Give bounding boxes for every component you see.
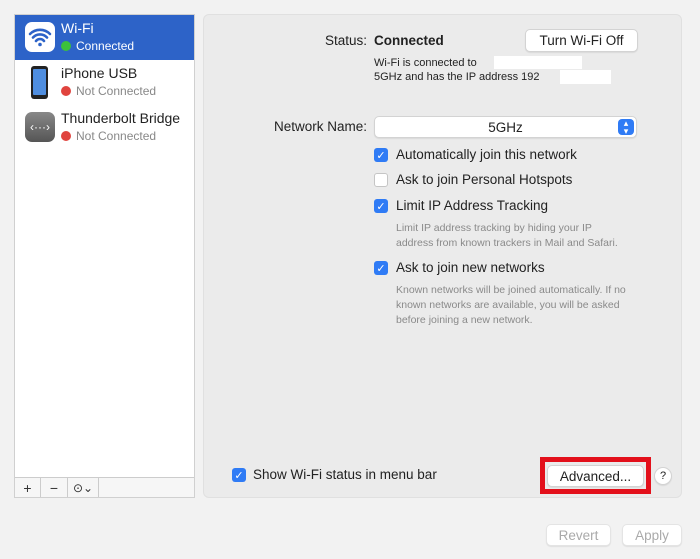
help-line: known networks are available, you will b… — [396, 299, 620, 311]
service-thunderbolt-bridge[interactable]: ‹···› Thunderbolt Bridge Not Connected — [15, 105, 194, 150]
network-service-list: Wi-Fi Connected iPhone USB Not Connected… — [14, 14, 195, 498]
network-name-popup[interactable]: 5GHz ▴ ▾ — [374, 116, 637, 138]
status-dot — [61, 131, 71, 141]
ask-new-networks-checkbox[interactable]: ✓ — [374, 261, 388, 275]
advanced-button[interactable]: Advanced... — [547, 465, 644, 487]
help-line: address from known trackers in Mail and … — [396, 237, 618, 249]
service-status: Not Connected — [76, 129, 157, 143]
revert-button[interactable]: Revert — [546, 524, 611, 546]
action-menu-button[interactable]: ⊙⌄ — [68, 478, 99, 497]
show-wifi-status-checkbox[interactable]: ✓ — [232, 468, 246, 482]
wifi-icon — [25, 22, 55, 52]
service-name: iPhone USB — [61, 65, 138, 81]
limit-ip-tracking-checkbox[interactable]: ✓ — [374, 199, 388, 213]
help-line: Limit IP address tracking by hiding your… — [396, 222, 592, 234]
status-value: Connected — [374, 33, 444, 48]
status-dot — [61, 86, 71, 96]
service-status: Connected — [76, 39, 135, 53]
redaction — [560, 70, 611, 84]
limit-ip-tracking-help: Limit IP address tracking by hiding your… — [396, 221, 618, 251]
turn-wifi-off-button[interactable]: Turn Wi-Fi Off — [525, 29, 638, 52]
wifi-settings-panel — [203, 14, 682, 498]
help-line: Known networks will be joined automatica… — [396, 284, 626, 296]
personal-hotspots-checkbox[interactable] — [374, 173, 388, 187]
help-button[interactable]: ? — [654, 467, 672, 485]
limit-ip-tracking-label: Limit IP Address Tracking — [396, 198, 549, 213]
auto-join-checkbox[interactable]: ✓ — [374, 148, 388, 162]
ask-new-networks-help: Known networks will be joined automatica… — [396, 283, 626, 328]
network-name-value: 5GHz — [488, 119, 523, 135]
personal-hotspots-label: Ask to join Personal Hotspots — [396, 172, 573, 187]
service-name: Wi-Fi — [61, 20, 94, 36]
status-description-line2: 5GHz and has the IP address 192 — [374, 71, 540, 83]
help-line: before joining a new network. — [396, 314, 533, 326]
remove-service-button[interactable]: − — [41, 478, 68, 497]
status-description-line1: Wi-Fi is connected to — [374, 57, 477, 69]
network-name-label: Network Name: — [273, 119, 367, 134]
ask-new-networks-label: Ask to join new networks — [396, 260, 545, 275]
redaction — [494, 56, 582, 69]
auto-join-label: Automatically join this network — [396, 147, 577, 162]
add-service-button[interactable]: + — [15, 478, 41, 497]
service-name: Thunderbolt Bridge — [61, 110, 181, 126]
chevron-updown-icon: ▴ ▾ — [618, 119, 634, 136]
show-wifi-status-label: Show Wi-Fi status in menu bar — [253, 467, 437, 482]
apply-button[interactable]: Apply — [622, 524, 682, 546]
status-label: Status: — [324, 33, 367, 48]
service-status: Not Connected — [76, 84, 157, 98]
iphone-icon — [25, 66, 55, 99]
service-wifi[interactable]: Wi-Fi Connected — [15, 15, 194, 60]
status-dot — [61, 41, 71, 51]
thunderbolt-bridge-icon: ‹···› — [25, 112, 55, 142]
service-iphone-usb[interactable]: iPhone USB Not Connected — [15, 60, 194, 105]
